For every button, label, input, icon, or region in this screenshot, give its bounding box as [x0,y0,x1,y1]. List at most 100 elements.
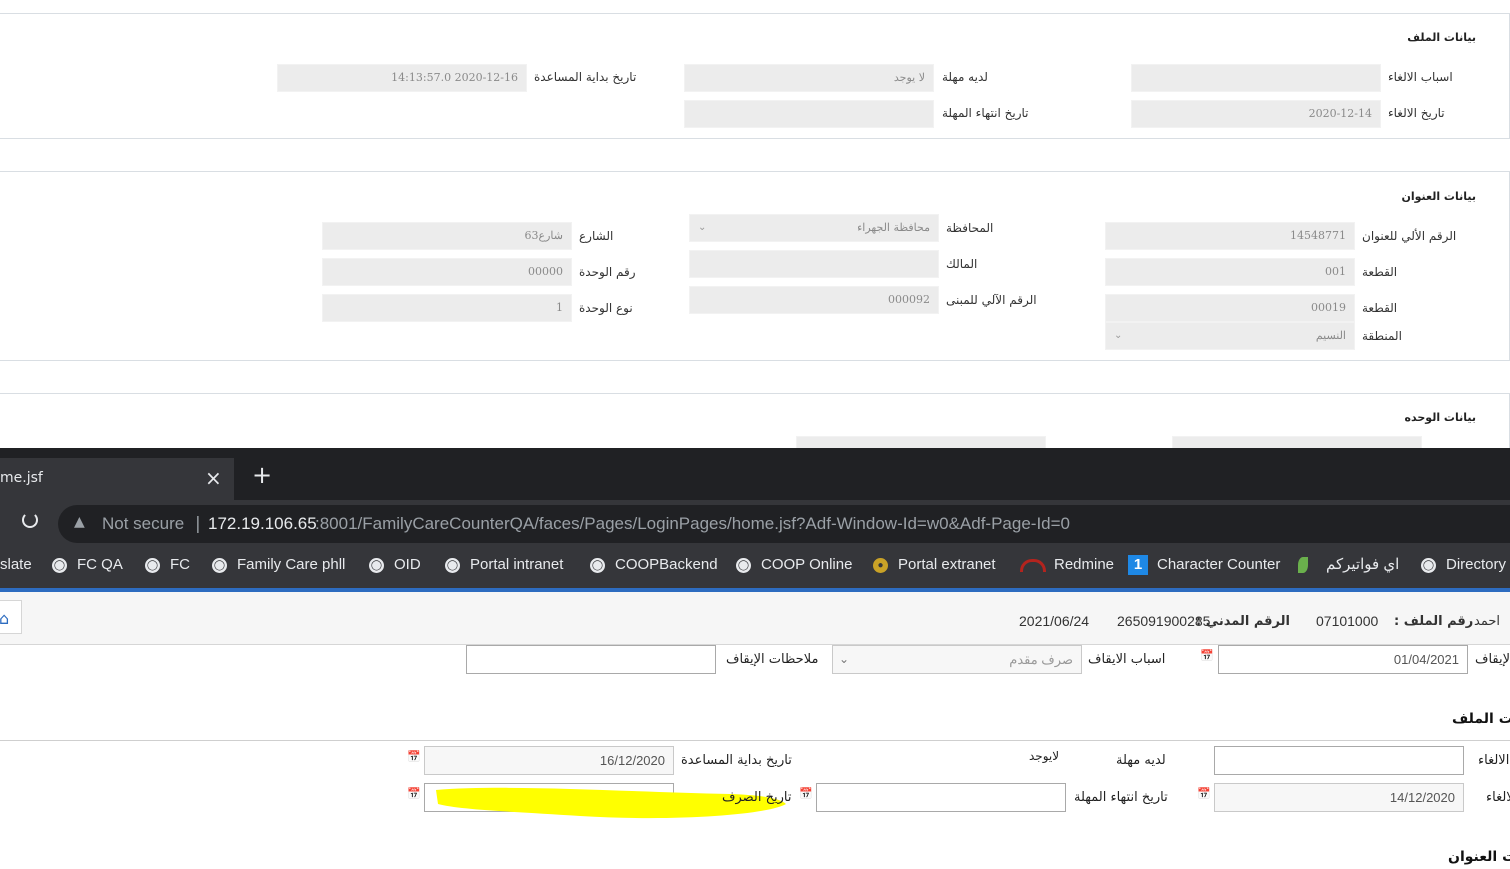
suspend-notes-field[interactable] [466,645,716,674]
suspend-reasons-label: اسباب الايقاف [1088,652,1166,667]
home-button[interactable]: ⌂ [0,600,22,634]
bookmark-portal-extranet[interactable]: ● Portal extranet [873,546,996,588]
disbursement-date-label: تاريخ الصرف [722,790,792,805]
building-no-label: الرقم الآلي للمبنى [946,293,1037,307]
file-no-label: رقم الملف : [1394,614,1474,629]
building-no-field[interactable]: 000092 [689,286,939,314]
owner-field[interactable] [689,250,939,278]
grace-end-field[interactable] [816,783,1066,812]
cancel-label: الالغاء [1478,753,1510,768]
area-select[interactable]: النسيم ⌄ [1105,322,1355,350]
file-data-heading: ت الملف [1452,711,1510,727]
not-secure-label: Not secure [102,514,185,533]
header-date: 2021/06/24 [1019,613,1090,629]
cancel-date-field[interactable]: 14/12/2020 [1214,783,1464,812]
globe-icon: ◯ [52,557,67,573]
governorate-select[interactable]: محافظة الجهراء ⌄ [689,214,939,242]
cancel-field[interactable] [1214,746,1464,775]
url-host: 172.19.106.65 [208,514,317,533]
tab-title: me.jsf [0,470,43,486]
grace-end-label: تاريخ انتهاء المهلة [942,106,1029,120]
bookmark-coop-online[interactable]: ◯ COOP Online [736,546,852,588]
home-icon: ⌂ [0,609,10,628]
globe-icon: ◯ [145,557,160,573]
calendar-icon[interactable]: 📅 [799,787,813,800]
grace-end-label: تاريخ انتهاء المهلة [1074,790,1168,805]
block-field[interactable]: 001 [1105,258,1355,286]
redmine-icon [1020,558,1046,572]
grace-field[interactable]: لا يوجد [684,64,934,92]
browser-tab[interactable]: me.jsf × [0,458,234,500]
auto-address-label: الرقم الألي للعنوان [1362,229,1457,243]
url-path: :8001/FamilyCareCounterQA/faces/Pages/Lo… [315,514,1071,533]
street-label: الشارع [579,229,614,243]
auto-address-field[interactable]: 14548771 [1105,222,1355,250]
governorate-label: المحافظة [946,221,994,235]
bookmark-character-counter[interactable]: 1 Character Counter [1128,546,1280,588]
emblem-icon: ● [873,557,888,573]
bookmark-fc-qa[interactable]: ◯ FC QA [52,546,123,588]
globe-icon: ◯ [1421,557,1436,573]
unit-no-field[interactable]: 00000 [322,258,572,286]
bookmark-coopbackend[interactable]: ◯ COOPBackend [590,546,718,588]
new-tab-icon[interactable]: + [252,463,272,487]
leaf-icon [1298,557,1308,574]
number-one-icon: 1 [1128,555,1148,576]
aid-start-field[interactable]: 16/12/2020 [424,746,674,775]
block-label: القطعة [1362,265,1398,279]
cancel-reasons-label: اسباب الالغاء [1388,70,1453,84]
unit-data-title: بيانات الوحده [1404,411,1476,424]
aid-start-field[interactable]: 2020-12-16 14:13:57.0 [277,64,527,92]
bookmark-redmine[interactable]: Redmine [1020,546,1114,588]
calendar-icon[interactable]: 📅 [407,750,421,763]
unit-type-field[interactable]: 1 [322,294,572,322]
street-field[interactable]: شارع63 [322,222,572,250]
address-bar: ▲ Not secure | 172.19.106.65 :8001/Famil… [0,500,1510,546]
block2-label: القطعة [1362,301,1398,315]
bookmarks-bar: slate ◯ FC QA ◯ FC ◯ Family Care phll ◯ OID … [0,546,1510,588]
civil-id-value: 265091900285 [1117,613,1211,629]
address-data-heading: ت العنوان [1448,849,1510,865]
beneficiary-info-bar: ⌂ احمد رقم الملف : 07101000 الرقم المدني… [0,592,1510,645]
omnibox[interactable]: ▲ Not secure | 172.19.106.65 :8001/Famil… [58,505,1510,543]
bookmark-fc[interactable]: ◯ FC [145,546,190,588]
chevron-down-icon: ⌄ [1114,330,1123,341]
file-data-title: بيانات الملف [1407,31,1476,44]
grace-label: لديه مهلة [1116,753,1166,768]
file-no-value: 07101000 [1316,613,1379,629]
bookmark-directory[interactable]: ◯ Directory [1421,546,1506,588]
area-label: المنطقة [1362,329,1402,343]
suspend-date-label: الإيقاف [1475,652,1510,667]
bookmark-portal-intranet[interactable]: ◯ Portal intranet [445,546,563,588]
block2-field[interactable]: 00019 [1105,294,1355,322]
aid-start-label: تاريخ بداية المساعدة [534,70,637,84]
suspend-reasons-select[interactable]: صرف مقدم ⌄ [832,645,1082,674]
calendar-icon[interactable]: 📅 [1200,649,1214,662]
bookmark-oid[interactable]: ◯ OID [369,546,421,588]
grace-end-field[interactable] [684,100,934,128]
warning-icon: ▲ [74,514,85,530]
cancel-date-field[interactable]: 2020-12-14 [1131,100,1381,128]
browser-tab-bar: me.jsf × + [0,448,1510,500]
area-value: النسيم [1315,329,1346,342]
close-icon[interactable]: × [205,466,222,490]
bookmark-family-care[interactable]: ◯ Family Care phll [212,546,345,588]
unit-type-label: نوع الوحدة [579,301,633,315]
suspend-notes-label: ملاحظات الإيقاف [726,652,819,667]
bookmark-e-invoices[interactable]: اي فواتيركم [1298,546,1399,588]
cancel-reasons-field[interactable] [1131,64,1381,92]
chevron-down-icon: ⌄ [698,222,707,233]
reload-icon[interactable] [22,512,38,528]
governorate-value: محافظة الجهراء [857,221,930,234]
calendar-icon[interactable]: 📅 [407,787,421,800]
calendar-icon[interactable]: 📅 [1197,787,1211,800]
globe-icon: ◯ [445,557,460,573]
chevron-down-icon: ⌄ [839,652,850,666]
beneficiary-name: احمد [1474,614,1500,629]
grace-value: لايوجد [1029,749,1060,763]
grace-label: لديه مهلة [942,70,988,84]
bookmark-slate[interactable]: slate [0,546,32,588]
unit-no-label: رقم الوحدة [579,265,636,279]
suspend-date-field[interactable]: 01/04/2021 [1218,645,1468,674]
globe-icon: ◯ [212,557,227,573]
